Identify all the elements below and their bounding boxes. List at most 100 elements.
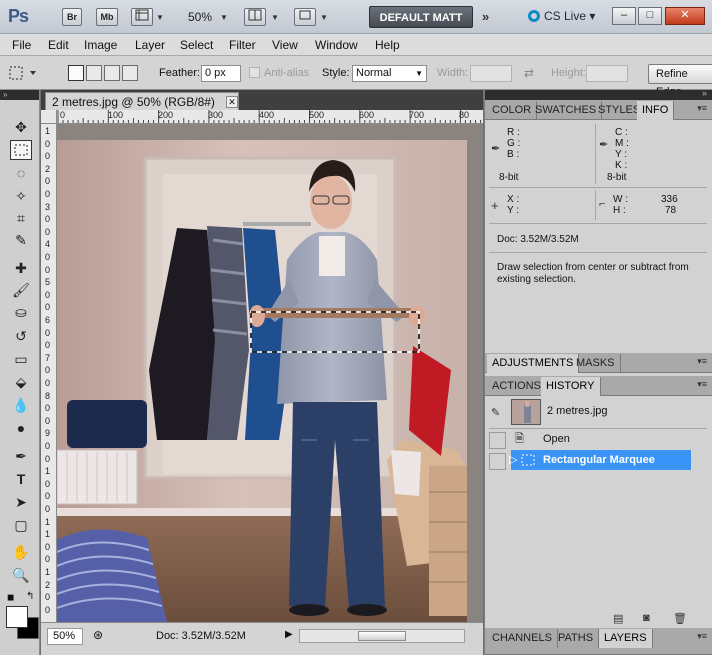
- clone-stamp-tool-icon[interactable]: ⛀: [10, 302, 32, 322]
- history-item-rectangular-marquee[interactable]: ▷ Rectangular Marquee: [509, 450, 691, 470]
- workspace-switcher-button[interactable]: DEFAULT MATT: [369, 6, 473, 28]
- vertical-ruler[interactable]: 100200300400500600700800900100011001200: [41, 124, 57, 622]
- menu-select[interactable]: Select: [180, 38, 213, 52]
- swap-width-height-icon[interactable]: ⇄: [524, 66, 534, 80]
- menu-layer[interactable]: Layer: [135, 38, 165, 52]
- blur-tool-icon[interactable]: 💧: [10, 395, 32, 415]
- new-snapshot-icon[interactable]: ◙: [643, 612, 650, 624]
- panel-collapse-icon[interactable]: »: [0, 90, 39, 100]
- zoom-level[interactable]: 50%: [188, 10, 212, 24]
- menu-filter[interactable]: Filter: [229, 38, 256, 52]
- eraser-tool-icon[interactable]: ▭: [10, 349, 32, 369]
- info-divider: [595, 190, 596, 220]
- tab-masks[interactable]: MASKS: [571, 354, 621, 373]
- more-workspaces-button[interactable]: »: [482, 9, 489, 24]
- quick-selection-tool-icon[interactable]: ✧: [10, 186, 32, 206]
- panel-menu-icon[interactable]: ▾≡: [697, 379, 707, 390]
- launch-bridge-button[interactable]: Br: [62, 8, 82, 26]
- minimize-button[interactable]: –: [612, 7, 636, 25]
- chevron-down-icon[interactable]: ▼: [271, 13, 279, 22]
- history-item-open[interactable]: 🗎 Open: [511, 429, 691, 449]
- rectangular-marquee-tool-icon[interactable]: [10, 140, 32, 160]
- tab-paths[interactable]: PATHS: [553, 629, 600, 648]
- cs-live-menu[interactable]: CS Live ▾: [528, 9, 595, 23]
- horizontal-ruler[interactable]: 0 100 200 300 400 500 600 700 80: [57, 110, 483, 124]
- menu-file[interactable]: File: [12, 38, 31, 52]
- menu-window[interactable]: Window: [315, 38, 358, 52]
- status-info-icon[interactable]: ⊛: [93, 628, 103, 642]
- chevron-down-icon[interactable]: ▼: [156, 13, 164, 22]
- tab-channels[interactable]: CHANNELS: [487, 629, 558, 648]
- view-extras-button[interactable]: [131, 8, 153, 26]
- swap-colors-icon[interactable]: ↰: [26, 591, 34, 602]
- new-selection-button[interactable]: [68, 65, 84, 81]
- feather-input[interactable]: 0 px: [201, 65, 241, 82]
- tab-adjustments[interactable]: ADJUSTMENTS: [487, 354, 580, 373]
- move-tool-icon[interactable]: ✥: [10, 117, 32, 137]
- pen-tool-icon[interactable]: ✒: [10, 446, 32, 466]
- close-document-icon[interactable]: ✕: [226, 96, 238, 108]
- refine-edge-button[interactable]: Refine Edge...: [648, 64, 712, 98]
- paint-bucket-tool-icon[interactable]: ⬙: [10, 372, 32, 392]
- type-tool-icon[interactable]: T: [10, 469, 32, 489]
- history-source-box[interactable]: [489, 432, 506, 449]
- menu-image[interactable]: Image: [84, 38, 117, 52]
- tab-info[interactable]: INFO: [637, 101, 675, 120]
- height-input[interactable]: [586, 65, 628, 82]
- menu-view[interactable]: View: [272, 38, 298, 52]
- crop-tool-icon[interactable]: ⌗: [10, 208, 32, 228]
- screen-mode-button[interactable]: [294, 8, 316, 26]
- dodge-tool-icon[interactable]: ●: [10, 418, 32, 438]
- history-brush-source-icon[interactable]: ✎: [491, 406, 500, 419]
- anti-alias-checkbox[interactable]: [249, 67, 260, 78]
- horizontal-scrollbar[interactable]: [299, 629, 465, 643]
- snapshot-thumbnail[interactable]: [511, 399, 541, 425]
- zoom-tool-icon[interactable]: 🔍: [10, 565, 32, 585]
- history-item-label: Open: [543, 433, 570, 445]
- panel-menu-icon[interactable]: ▾≡: [697, 356, 707, 367]
- status-zoom-input[interactable]: 50%: [47, 628, 83, 645]
- hand-tool-icon[interactable]: ✋: [10, 542, 32, 562]
- chevron-down-icon[interactable]: ▼: [320, 13, 328, 22]
- menu-help[interactable]: Help: [375, 38, 400, 52]
- rectangle-tool-icon[interactable]: ▢: [10, 515, 32, 535]
- spot-healing-tool-icon[interactable]: ✚: [10, 258, 32, 278]
- panel-menu-icon[interactable]: ▾≡: [697, 103, 707, 114]
- style-select[interactable]: Normal ▼: [352, 65, 427, 82]
- ruler-origin[interactable]: [41, 110, 57, 124]
- new-document-from-state-icon[interactable]: ▤: [613, 612, 623, 625]
- history-source-box[interactable]: [489, 453, 506, 470]
- tab-history[interactable]: HISTORY: [541, 377, 601, 396]
- intersect-selection-button[interactable]: [122, 65, 138, 81]
- history-brush-tool-icon[interactable]: ↺: [10, 326, 32, 346]
- status-menu-arrow-icon[interactable]: ▶: [285, 629, 293, 640]
- close-window-button[interactable]: ✕: [665, 7, 705, 25]
- panel-dock-header[interactable]: »: [485, 88, 712, 100]
- history-state-slider-icon[interactable]: ▷: [509, 450, 517, 470]
- maximize-button[interactable]: □: [638, 7, 662, 25]
- tab-actions[interactable]: ACTIONS: [487, 377, 547, 396]
- brush-tool-icon[interactable]: 🖌: [10, 280, 32, 300]
- snapshot-name[interactable]: 2 metres.jpg: [547, 405, 608, 417]
- panel-menu-icon[interactable]: ▾≡: [697, 631, 707, 642]
- launch-minibridge-button[interactable]: Mb: [96, 8, 118, 26]
- eyedropper-tool-icon[interactable]: ✎: [10, 230, 32, 250]
- path-selection-tool-icon[interactable]: ➤: [10, 492, 32, 512]
- add-to-selection-button[interactable]: [86, 65, 102, 81]
- width-input[interactable]: [470, 65, 512, 82]
- trash-icon[interactable]: 🗑: [673, 612, 687, 625]
- image-canvas[interactable]: [57, 124, 483, 622]
- scrollbar-thumb[interactable]: [358, 631, 406, 641]
- dock-collapse-icon[interactable]: »: [702, 88, 707, 98]
- foreground-color-swatch[interactable]: [6, 606, 28, 628]
- tab-layers[interactable]: LAYERS: [599, 629, 653, 648]
- document-tab[interactable]: 2 metres.jpg @ 50% (RGB/8#) ✕: [45, 92, 239, 110]
- lasso-tool-icon[interactable]: ◌: [10, 163, 32, 183]
- subtract-from-selection-button[interactable]: [104, 65, 120, 81]
- default-colors-icon[interactable]: ◼: [7, 592, 14, 603]
- arrange-documents-button[interactable]: [244, 8, 266, 26]
- tab-swatches[interactable]: SWATCHES: [530, 101, 603, 120]
- tool-preset-picker[interactable]: [8, 65, 38, 81]
- menu-edit[interactable]: Edit: [48, 38, 69, 52]
- chevron-down-icon[interactable]: ▼: [220, 13, 228, 22]
